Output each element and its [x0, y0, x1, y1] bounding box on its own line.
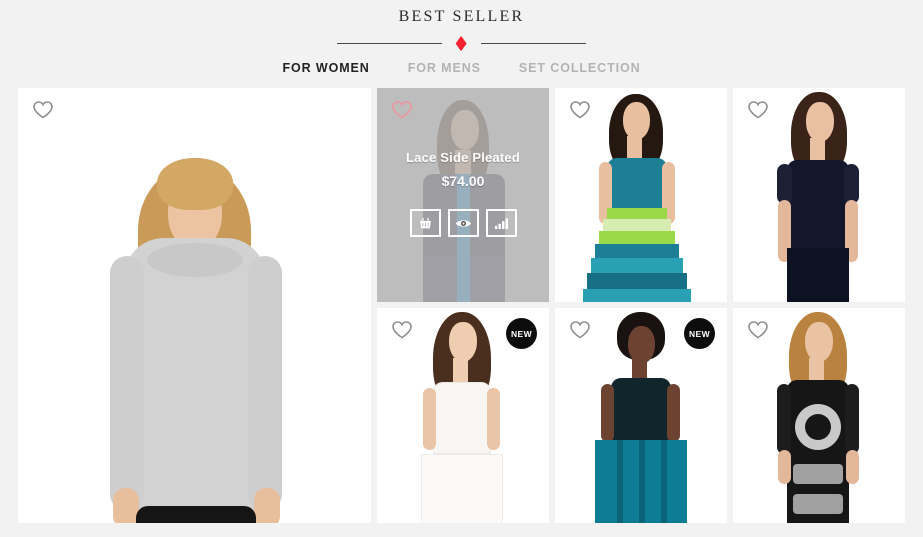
product-tile-teal-striped-pleated-dress[interactable] — [555, 88, 727, 302]
status-badge-new: NEW — [684, 318, 715, 349]
product-grid: Lace Side Pleated $74.00 NEW NEW — [18, 88, 905, 523]
product-tile-grey-knit-sweater[interactable] — [18, 88, 371, 523]
tab-for-women[interactable]: FOR WOMEN — [282, 61, 369, 75]
product-image — [555, 88, 727, 302]
page-title: BEST SELLER — [398, 8, 525, 25]
status-badge-new: NEW — [506, 318, 537, 349]
wishlist-heart-icon[interactable] — [32, 100, 54, 120]
product-title: Lace Side Pleated — [406, 150, 520, 165]
bars-icon — [494, 217, 509, 230]
section-header: BEST SELLER ♦️ FOR WOMEN FOR MENS SET CO… — [0, 0, 923, 75]
product-image — [733, 88, 905, 302]
product-tile-black-white-print-sheath-dress[interactable] — [733, 308, 905, 523]
category-tabs: FOR WOMEN FOR MENS SET COLLECTION — [0, 61, 923, 75]
wishlist-heart-icon[interactable] — [747, 100, 769, 120]
quick-view-button[interactable] — [447, 209, 479, 237]
wishlist-heart-icon[interactable] — [569, 320, 591, 340]
product-image — [733, 308, 905, 523]
wishlist-heart-icon[interactable] — [391, 100, 413, 120]
product-hover-overlay: Lace Side Pleated $74.00 — [377, 88, 549, 302]
wishlist-heart-icon[interactable] — [391, 320, 413, 340]
product-image — [18, 88, 371, 523]
best-seller-page: BEST SELLER ♦️ FOR WOMEN FOR MENS SET CO… — [0, 0, 923, 537]
diamond-icon: ♦️ — [453, 35, 470, 51]
product-tile-lace-side-pleated-dress[interactable]: Lace Side Pleated $74.00 — [377, 88, 549, 302]
product-actions — [409, 209, 517, 237]
compare-button[interactable] — [485, 209, 517, 237]
divider-line-left — [337, 42, 443, 44]
wishlist-heart-icon[interactable] — [569, 100, 591, 120]
tab-set-collection[interactable]: SET COLLECTION — [519, 61, 641, 75]
product-price: $74.00 — [441, 173, 485, 189]
basket-icon — [418, 216, 433, 231]
tab-for-mens[interactable]: FOR MENS — [408, 61, 481, 75]
product-tile-white-lace-fit-flare-dress[interactable]: NEW — [377, 308, 549, 523]
add-to-cart-button[interactable] — [409, 209, 441, 237]
product-tile-navy-cap-sleeve-dress[interactable] — [733, 88, 905, 302]
eye-icon — [455, 217, 472, 230]
product-tile-teal-brocade-party-dress[interactable]: NEW — [555, 308, 727, 523]
divider-line-right — [480, 42, 586, 44]
title-divider: ♦️ — [0, 35, 923, 51]
wishlist-heart-icon[interactable] — [747, 320, 769, 340]
